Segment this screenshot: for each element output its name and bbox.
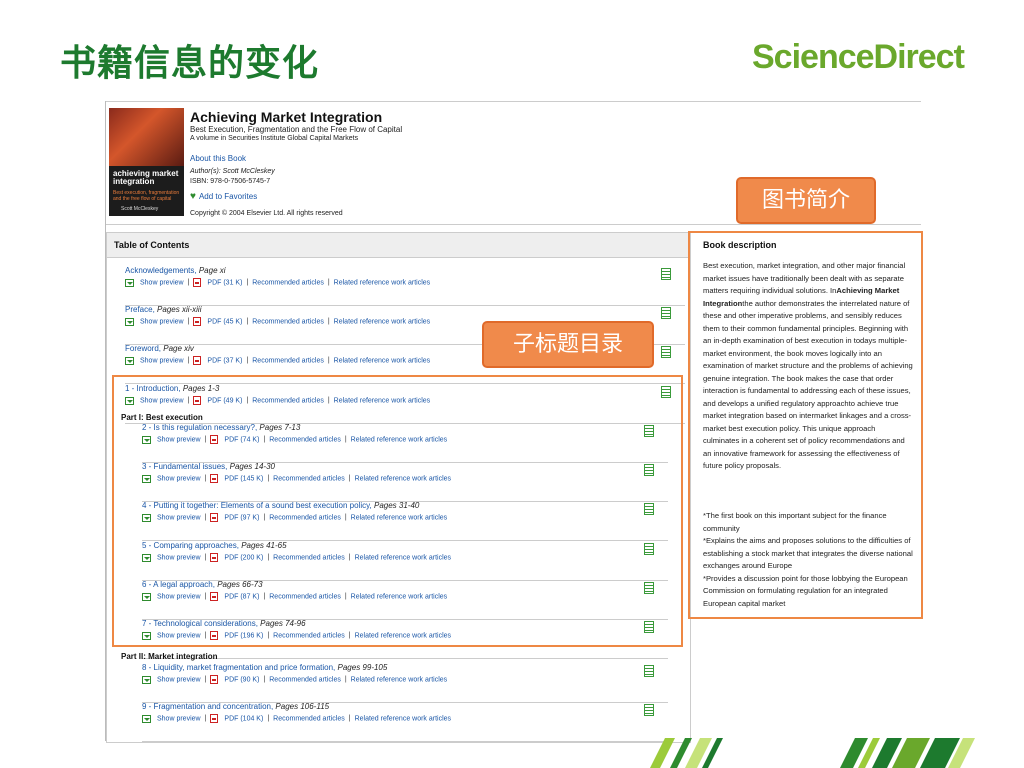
- toc-entry-title: Acknowledgements, Page xi: [125, 266, 226, 275]
- cover-author: Scott McCleskey: [121, 206, 159, 212]
- chapter-links: Show preview | PDF (90 K) | Recommended arti…: [142, 675, 447, 684]
- link-separator: |: [344, 676, 347, 684]
- preview-icon: [142, 714, 151, 723]
- show-preview-link[interactable]: Show preview: [157, 715, 201, 722]
- add-to-favorites-link[interactable]: ♥ Add to Favorites: [190, 191, 257, 202]
- toc-entry-title: Foreword, Page xiv: [125, 344, 194, 353]
- link-separator: |: [246, 318, 249, 326]
- recommended-articles-link[interactable]: Recommended articles: [273, 715, 345, 722]
- description-highlight: [688, 231, 923, 619]
- chapter-pages: Pages 99-105: [337, 663, 388, 672]
- chapter-links: Show preview | PDF (37 K) | Recommended arti…: [125, 356, 430, 365]
- link-separator: |: [204, 715, 207, 723]
- chapter-pages: Page xi: [198, 266, 226, 275]
- show-preview-link[interactable]: Show preview: [140, 318, 184, 325]
- chapter-link[interactable]: Acknowledgements,: [125, 266, 197, 275]
- book-volume: A volume in Securities Institute Global …: [190, 135, 359, 142]
- link-separator: |: [246, 357, 249, 365]
- link-separator: |: [327, 279, 330, 287]
- related-reference-link[interactable]: Related reference work articles: [334, 279, 431, 286]
- chapter-link[interactable]: 8 - Liquidity, market fragmentation and …: [142, 663, 335, 672]
- copyright-notice: Copyright © 2004 Elsevier Ltd. All right…: [190, 210, 343, 217]
- toc-highlight: [112, 375, 683, 647]
- part-heading: Part II: Market integration: [121, 652, 218, 661]
- toc-entry: Acknowledgements, Page xi Show preview | PD…: [125, 266, 685, 306]
- recommended-articles-link[interactable]: Recommended articles: [252, 318, 324, 325]
- pdf-icon: [193, 278, 202, 287]
- link-separator: |: [348, 715, 351, 723]
- sciencedirect-logo: ScienceDirect: [752, 38, 965, 76]
- chapter-link[interactable]: Preface,: [125, 305, 155, 314]
- book-isbn: ISBN: 978-0-7506-5745-7: [190, 178, 271, 185]
- favorites-label: Add to Favorites: [198, 192, 258, 201]
- link-separator: |: [327, 357, 330, 365]
- pdf-icon: [193, 317, 202, 326]
- toc-entry: 9 - Fragmentation and concentration, Pag…: [142, 702, 668, 742]
- show-preview-link[interactable]: Show preview: [140, 357, 184, 364]
- document-icon[interactable]: [661, 268, 671, 280]
- preview-icon: [125, 278, 134, 287]
- recommended-articles-link[interactable]: Recommended articles: [252, 279, 324, 286]
- heart-icon: ♥: [190, 191, 196, 202]
- toc-entry-title: 8 - Liquidity, market fragmentation and …: [142, 663, 387, 672]
- chapter-pages: Pages xii-xiii: [157, 305, 202, 314]
- chapter-pages: Page xiv: [163, 344, 194, 353]
- link-separator: |: [327, 318, 330, 326]
- cover-subtitle: Best execution, fragmentation and the fr…: [113, 190, 180, 202]
- toc-entry: 8 - Liquidity, market fragmentation and …: [142, 663, 668, 703]
- toc-entry-title: Preface, Pages xii-xiii: [125, 305, 202, 314]
- pdf-link[interactable]: PDF (90 K): [224, 676, 259, 683]
- pdf-icon: [210, 675, 219, 684]
- recommended-articles-link[interactable]: Recommended articles: [269, 676, 341, 683]
- link-separator: |: [204, 676, 207, 684]
- chapter-links: Show preview | PDF (45 K) | Recommended arti…: [125, 317, 430, 326]
- link-separator: |: [187, 357, 190, 365]
- callout-book-intro: 图书简介: [736, 177, 876, 224]
- pdf-link[interactable]: PDF (31 K): [207, 279, 242, 286]
- preview-icon: [125, 317, 134, 326]
- chapter-links: Show preview | PDF (104 K) | Recommended art…: [142, 714, 451, 723]
- pdf-link[interactable]: PDF (45 K): [207, 318, 242, 325]
- recommended-articles-link[interactable]: Recommended articles: [252, 357, 324, 364]
- toc-heading: Table of Contents: [107, 233, 690, 258]
- slide-title: 书籍信息的变化: [60, 43, 320, 84]
- show-preview-link[interactable]: Show preview: [157, 676, 201, 683]
- toc-entry-title: 9 - Fragmentation and concentration, Pag…: [142, 702, 329, 711]
- preview-icon: [142, 675, 151, 684]
- document-icon[interactable]: [661, 307, 671, 319]
- document-icon[interactable]: [661, 346, 671, 358]
- document-icon[interactable]: [644, 665, 654, 677]
- cover-title: achieving market integration: [113, 169, 179, 186]
- chapter-link[interactable]: 9 - Fragmentation and concentration,: [142, 702, 273, 711]
- related-reference-link[interactable]: Related reference work articles: [355, 715, 452, 722]
- pdf-icon: [193, 356, 202, 365]
- link-separator: |: [263, 676, 266, 684]
- about-book-link[interactable]: About this Book: [190, 154, 246, 163]
- callout-subtitle-toc: 子标题目录: [482, 321, 654, 368]
- book-title: Achieving Market Integration: [190, 109, 383, 125]
- preview-icon: [125, 356, 134, 365]
- link-separator: |: [267, 715, 270, 723]
- show-preview-link[interactable]: Show preview: [140, 279, 184, 286]
- chapter-links: Show preview | PDF (31 K) | Recommended arti…: [125, 278, 430, 287]
- link-separator: |: [246, 279, 249, 287]
- cover-artwork: [109, 108, 184, 166]
- document-icon[interactable]: [644, 704, 654, 716]
- related-reference-link[interactable]: Related reference work articles: [334, 357, 431, 364]
- pdf-icon: [210, 714, 219, 723]
- chapter-pages: Pages 106-115: [275, 702, 330, 711]
- pdf-link[interactable]: PDF (37 K): [207, 357, 242, 364]
- decorative-stripes: [650, 738, 975, 768]
- pdf-link[interactable]: PDF (104 K): [224, 715, 263, 722]
- link-separator: |: [187, 279, 190, 287]
- book-cover-image: achieving market integration Best execut…: [109, 108, 184, 216]
- related-reference-link[interactable]: Related reference work articles: [351, 676, 448, 683]
- book-authors: Author(s): Scott McCleskey: [190, 168, 275, 175]
- chapter-link[interactable]: Foreword,: [125, 344, 161, 353]
- related-reference-link[interactable]: Related reference work articles: [334, 318, 431, 325]
- book-subtitle: Best Execution, Fragmentation and the Fr…: [190, 125, 403, 134]
- link-separator: |: [187, 318, 190, 326]
